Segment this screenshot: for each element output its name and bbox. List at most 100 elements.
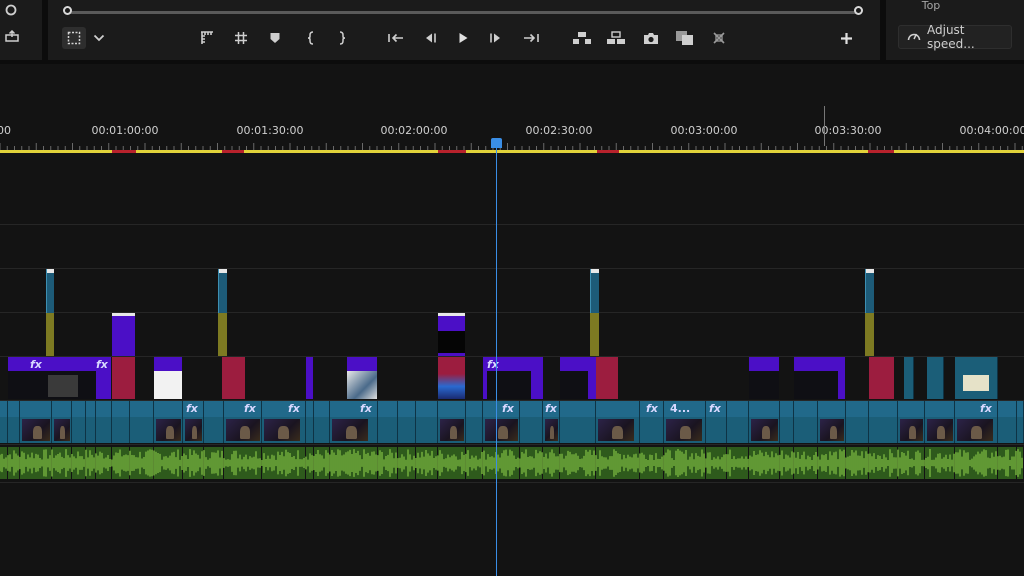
video-clip[interactable] bbox=[727, 401, 749, 443]
crimson-clip[interactable] bbox=[438, 357, 465, 399]
video-clip[interactable]: fx bbox=[330, 401, 378, 443]
go-to-in-icon[interactable] bbox=[386, 30, 406, 46]
fx-badge: fx bbox=[360, 402, 372, 415]
title-clip[interactable] bbox=[46, 269, 54, 313]
video-clip[interactable]: fx bbox=[706, 401, 727, 443]
video-clip[interactable] bbox=[52, 401, 72, 443]
top-label: Top bbox=[921, 0, 941, 12]
teal-clip[interactable] bbox=[927, 357, 944, 399]
teal-clip[interactable] bbox=[904, 357, 914, 399]
video-clip[interactable] bbox=[438, 401, 466, 443]
zoom-scrollbar[interactable] bbox=[68, 11, 858, 14]
video-clip[interactable]: fx bbox=[483, 401, 520, 443]
graphics-clip[interactable] bbox=[306, 357, 313, 399]
step-back-icon[interactable] bbox=[421, 30, 439, 46]
crimson-clip[interactable] bbox=[112, 357, 135, 399]
adjustment-clip[interactable] bbox=[218, 313, 227, 356]
adjustment-clip[interactable] bbox=[865, 313, 874, 356]
video-clip[interactable] bbox=[378, 401, 398, 443]
add-button-icon[interactable] bbox=[838, 30, 854, 46]
video-clip[interactable] bbox=[154, 401, 183, 443]
speedometer-icon bbox=[907, 30, 921, 45]
graphics-clip[interactable]: fx fx bbox=[8, 357, 111, 399]
title-clip[interactable] bbox=[865, 269, 874, 313]
video-clip[interactable] bbox=[898, 401, 925, 443]
lift-icon[interactable] bbox=[571, 30, 593, 46]
adjust-speed-button[interactable]: Adjust speed... bbox=[898, 23, 1012, 51]
video-clip[interactable] bbox=[749, 401, 780, 443]
video-clip[interactable]: 4... bbox=[664, 401, 706, 443]
video-clip[interactable] bbox=[314, 401, 330, 443]
video-clip[interactable] bbox=[925, 401, 955, 443]
video-clip[interactable] bbox=[112, 401, 130, 443]
video-clip[interactable]: fx bbox=[183, 401, 204, 443]
playhead-line[interactable] bbox=[496, 147, 497, 576]
graphics-clip[interactable] bbox=[154, 357, 182, 399]
video-clip[interactable] bbox=[306, 401, 314, 443]
marker-icon[interactable] bbox=[267, 30, 283, 46]
crimson-clip[interactable] bbox=[596, 357, 618, 399]
video-clip[interactable]: fx bbox=[224, 401, 262, 443]
video-clip[interactable] bbox=[998, 401, 1017, 443]
video-clip[interactable] bbox=[96, 401, 112, 443]
title-clip[interactable] bbox=[590, 269, 599, 313]
graphics-clip[interactable] bbox=[749, 357, 779, 399]
video-clip[interactable] bbox=[596, 401, 640, 443]
video-clip[interactable] bbox=[8, 401, 20, 443]
adjustment-clip[interactable] bbox=[590, 313, 599, 356]
playhead-circle-icon[interactable] bbox=[4, 3, 18, 17]
select-region-button[interactable] bbox=[62, 27, 86, 49]
video-clip[interactable] bbox=[398, 401, 416, 443]
step-forward-icon[interactable] bbox=[487, 30, 505, 46]
video-clip[interactable] bbox=[780, 401, 794, 443]
video-clip[interactable] bbox=[0, 401, 8, 443]
zoom-scrollbar-start-handle[interactable] bbox=[63, 6, 72, 15]
graphics-clip[interactable] bbox=[794, 357, 845, 399]
timeline-marker[interactable] bbox=[824, 106, 825, 146]
comparison-view-icon[interactable] bbox=[674, 29, 696, 47]
title-clip[interactable] bbox=[218, 269, 227, 313]
video-clip[interactable] bbox=[416, 401, 438, 443]
video-clip[interactable]: fx bbox=[955, 401, 998, 443]
adjustment-clip[interactable] bbox=[46, 313, 54, 356]
video-clip[interactable] bbox=[1017, 401, 1024, 443]
video-clip[interactable]: fx bbox=[543, 401, 560, 443]
graphics-clip[interactable] bbox=[347, 357, 377, 399]
purple-clip[interactable] bbox=[112, 313, 135, 356]
play-icon[interactable] bbox=[454, 30, 472, 46]
video-clip[interactable] bbox=[86, 401, 96, 443]
graphics-clip[interactable]: fx bbox=[483, 357, 543, 399]
video-clip[interactable] bbox=[520, 401, 543, 443]
chevron-down-icon[interactable] bbox=[92, 31, 106, 45]
mark-in-icon[interactable] bbox=[303, 30, 319, 46]
video-clip[interactable] bbox=[130, 401, 154, 443]
video-clip[interactable] bbox=[794, 401, 818, 443]
video-clip[interactable] bbox=[818, 401, 846, 443]
go-to-out-icon[interactable] bbox=[521, 30, 541, 46]
video-clip[interactable] bbox=[20, 401, 52, 443]
crimson-clip[interactable] bbox=[869, 357, 894, 399]
audio-track-a1[interactable] bbox=[0, 447, 1024, 479]
extract-icon[interactable] bbox=[605, 30, 627, 46]
camera-icon[interactable] bbox=[642, 30, 660, 46]
video-clip[interactable]: fx bbox=[640, 401, 664, 443]
video-clip[interactable] bbox=[846, 401, 869, 443]
graphics-clip[interactable] bbox=[560, 357, 596, 399]
teal-clip[interactable] bbox=[955, 357, 998, 399]
ruler-icon[interactable] bbox=[199, 30, 215, 46]
crimson-clip[interactable] bbox=[222, 357, 245, 399]
video-clip[interactable] bbox=[560, 401, 596, 443]
video-clip[interactable] bbox=[869, 401, 898, 443]
video-clip[interactable] bbox=[204, 401, 224, 443]
ruler-timecode: 00:04:00:00 bbox=[959, 124, 1024, 137]
zoom-scrollbar-end-handle[interactable] bbox=[854, 6, 863, 15]
video-clip[interactable] bbox=[466, 401, 483, 443]
export-frame-icon[interactable] bbox=[4, 29, 20, 43]
purple-clip[interactable] bbox=[438, 313, 465, 356]
video-clip[interactable] bbox=[72, 401, 86, 443]
mark-out-icon[interactable] bbox=[334, 30, 350, 46]
ruler-timecode: 00 bbox=[0, 124, 11, 137]
video-clip[interactable]: fx bbox=[262, 401, 306, 443]
grid-icon[interactable] bbox=[233, 30, 249, 46]
settings-wrench-icon[interactable] bbox=[710, 30, 728, 46]
